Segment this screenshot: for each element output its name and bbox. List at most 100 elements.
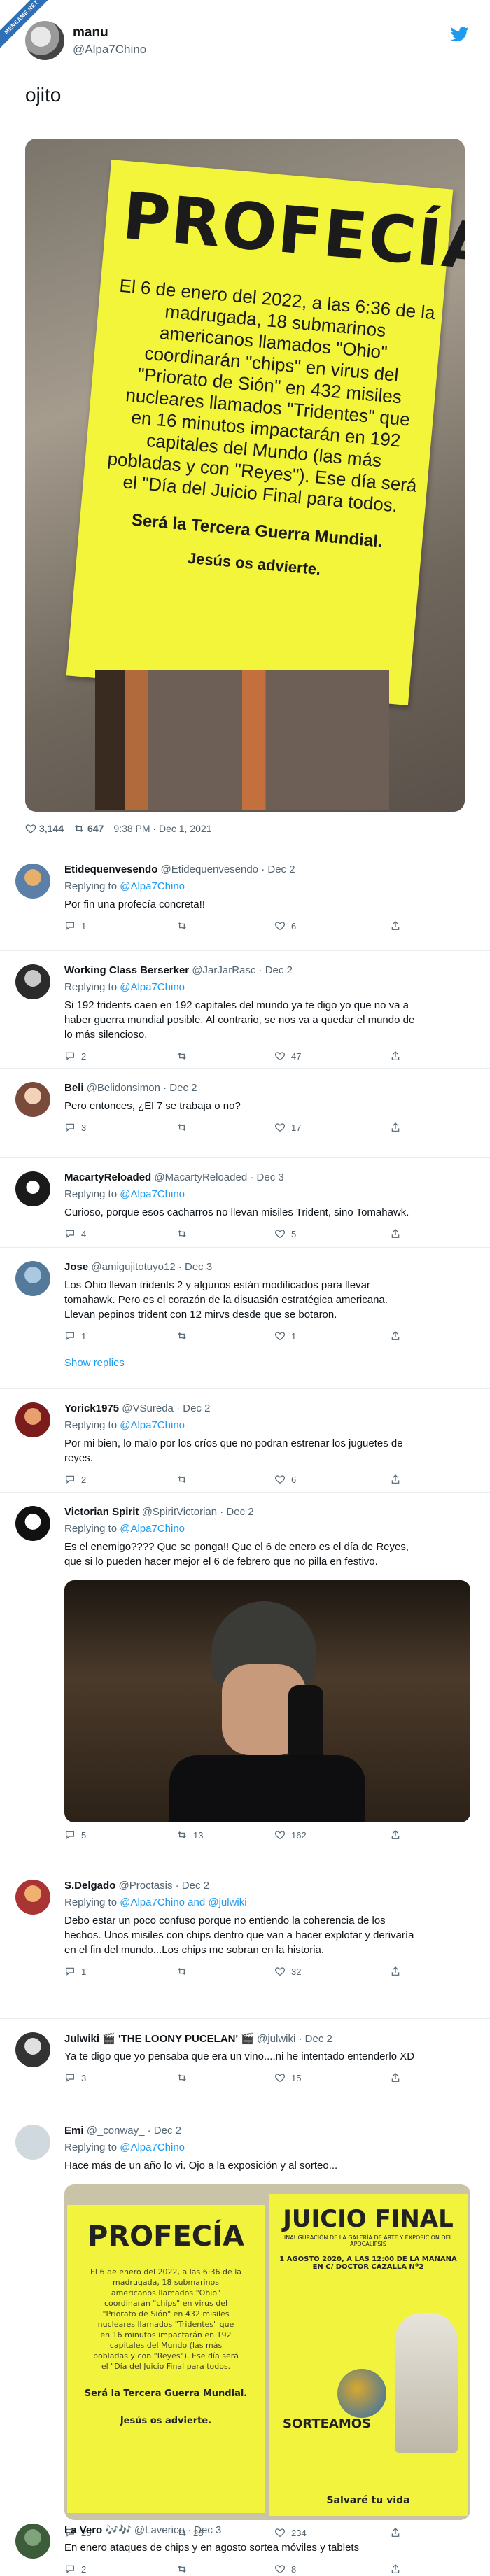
replying-to-link[interactable]: @Alpa7Chino and @julwiki — [120, 1896, 246, 1908]
avatar[interactable] — [15, 1082, 50, 1117]
reply-date[interactable]: · Dec 2 — [163, 1082, 197, 1094]
reply-author-handle[interactable]: @Proctasis — [119, 1880, 173, 1892]
like-button[interactable]: 1 — [274, 1330, 296, 1342]
replying-to-link[interactable]: @Alpa7Chino — [120, 1523, 185, 1535]
reply-author-name[interactable]: Emi — [64, 2125, 84, 2137]
retweet-button[interactable] — [176, 2072, 193, 2083]
like-button[interactable]: 162 — [274, 1829, 307, 1840]
avatar[interactable] — [15, 1402, 50, 1437]
reply-author-name[interactable]: MacartyReloaded — [64, 1171, 151, 1183]
like-button[interactable]: 47 — [274, 1050, 301, 1062]
share-button[interactable] — [390, 2563, 401, 2575]
reply-author-name[interactable]: Julwiki 🎬 'THE LOONY PUCELAN' 🎬 — [64, 2033, 254, 2045]
share-button[interactable] — [390, 1966, 401, 1977]
reply-date[interactable]: · Dec 2 — [261, 864, 295, 875]
tweet-time[interactable]: 9:38 PM · Dec 1, 2021 — [113, 823, 211, 834]
reply-author-handle[interactable]: @_conway_ — [87, 2125, 145, 2137]
reply-button[interactable]: 2 — [64, 1474, 86, 1485]
author-handle[interactable]: @Alpa7Chino — [73, 43, 146, 57]
like-button[interactable]: 15 — [274, 2072, 301, 2083]
reply-author-name[interactable]: Yorick1975 — [64, 1402, 119, 1414]
reply-button[interactable]: 1 — [64, 1966, 86, 1977]
reply-author-handle[interactable]: @VSureda — [122, 1402, 174, 1414]
retweet-count[interactable]: 647 — [74, 823, 104, 834]
tweet-photo[interactable]: PROFECÍA El 6 de enero del 2022, a las 6… — [25, 139, 465, 812]
share-button[interactable] — [390, 1474, 401, 1485]
reply-button[interactable]: 3 — [64, 1122, 86, 1133]
replying-to-link[interactable]: @Alpa7Chino — [120, 981, 185, 993]
like-button[interactable]: 5 — [274, 1228, 296, 1239]
like-count[interactable]: 3,144 — [25, 823, 64, 834]
reply-date[interactable]: · Dec 2 — [176, 1880, 209, 1892]
retweet-button[interactable] — [176, 920, 193, 931]
show-replies-link[interactable]: Show replies — [64, 1357, 125, 1369]
reply-author-name[interactable]: La Vero 🎶🎶 — [64, 2524, 132, 2536]
share-button[interactable] — [390, 2527, 401, 2538]
reply-date[interactable]: · Dec 2 — [299, 2033, 332, 2045]
like-button[interactable]: 6 — [274, 920, 296, 931]
reply-author-handle[interactable]: @SpiritVictorian — [142, 1506, 218, 1518]
retweet-button[interactable] — [176, 1050, 193, 1062]
reply-date[interactable]: · Dec 3 — [250, 1171, 284, 1183]
reply-button[interactable]: 3 — [64, 2072, 86, 2083]
retweet-button[interactable]: 13 — [176, 1829, 203, 1840]
reply-author-name[interactable]: S.Delgado — [64, 1880, 115, 1892]
like-button[interactable]: 17 — [274, 1122, 301, 1133]
avatar[interactable] — [15, 2125, 50, 2160]
retweet-button[interactable] — [176, 2563, 193, 2575]
reply-button[interactable]: 1 — [64, 1330, 86, 1342]
reply-author-handle[interactable]: @julwiki — [257, 2033, 295, 2045]
reply-button[interactable]: 5 — [64, 1829, 86, 1840]
reply-button[interactable]: 2 — [64, 2563, 86, 2575]
avatar[interactable] — [15, 1261, 50, 1296]
reply-author-name[interactable]: Victorian Spirit — [64, 1506, 139, 1518]
share-button[interactable] — [390, 2072, 401, 2083]
share-button[interactable] — [390, 920, 401, 931]
like-button[interactable]: 8 — [274, 2563, 296, 2575]
reply-date[interactable]: · Dec 2 — [176, 1402, 210, 1414]
reply-date[interactable]: · Dec 2 — [148, 2125, 181, 2137]
avatar[interactable] — [15, 2032, 50, 2067]
retweet-button[interactable] — [176, 1966, 193, 1977]
reply-author-name[interactable]: Etidequenvesendo — [64, 864, 158, 875]
reply-author-handle[interactable]: @amigujitotuyo12 — [91, 1261, 175, 1273]
author-name[interactable]: manu — [73, 25, 108, 41]
retweet-button[interactable] — [176, 1474, 193, 1485]
reply-date[interactable]: · Dec 3 — [188, 2524, 221, 2536]
reply-date[interactable]: · Dec 3 — [178, 1261, 212, 1273]
avatar[interactable] — [25, 21, 64, 60]
share-button[interactable] — [390, 1228, 401, 1239]
reply-author-name[interactable]: Jose — [64, 1261, 88, 1273]
share-button[interactable] — [390, 1330, 401, 1342]
replying-to-link[interactable]: @Alpa7Chino — [120, 2141, 185, 2153]
reply-author-handle[interactable]: @Laverico — [134, 2524, 185, 2536]
share-button[interactable] — [390, 1829, 401, 1840]
reply-author-name[interactable]: Working Class Berserker — [64, 964, 189, 976]
replying-to-link[interactable]: @Alpa7Chino — [120, 1188, 185, 1200]
retweet-button[interactable] — [176, 1330, 193, 1342]
twitter-bird-icon[interactable] — [451, 27, 469, 42]
reply-author-handle[interactable]: @Belidonsimon — [87, 1082, 160, 1094]
reply-button[interactable]: 2 — [64, 1050, 86, 1062]
reply-author-handle[interactable]: @JarJarRasc — [192, 964, 255, 976]
retweet-button[interactable] — [176, 1228, 193, 1239]
replying-to-link[interactable]: @Alpa7Chino — [120, 880, 185, 892]
share-button[interactable] — [390, 1050, 401, 1062]
reply-date[interactable]: · Dec 2 — [259, 964, 293, 976]
reply-date[interactable]: · Dec 2 — [220, 1506, 253, 1518]
reply-author-handle[interactable]: @Etidequenvesendo — [161, 864, 259, 875]
retweet-button[interactable] — [176, 1122, 193, 1133]
avatar[interactable] — [15, 2524, 50, 2559]
reply-image-pair[interactable]: PROFECÍA El 6 de enero del 2022, a las 6:… — [64, 2184, 470, 2520]
avatar[interactable] — [15, 864, 50, 899]
avatar[interactable] — [15, 1506, 50, 1541]
reply-author-handle[interactable]: @MacartyReloaded — [154, 1171, 247, 1183]
reply-video[interactable] — [64, 1580, 470, 1822]
avatar[interactable] — [15, 1171, 50, 1206]
like-button[interactable]: 32 — [274, 1966, 301, 1977]
share-button[interactable] — [390, 1122, 401, 1133]
reply-button[interactable]: 1 — [64, 920, 86, 931]
like-button[interactable]: 6 — [274, 1474, 296, 1485]
reply-author-name[interactable]: Beli — [64, 1082, 84, 1094]
avatar[interactable] — [15, 1880, 50, 1915]
